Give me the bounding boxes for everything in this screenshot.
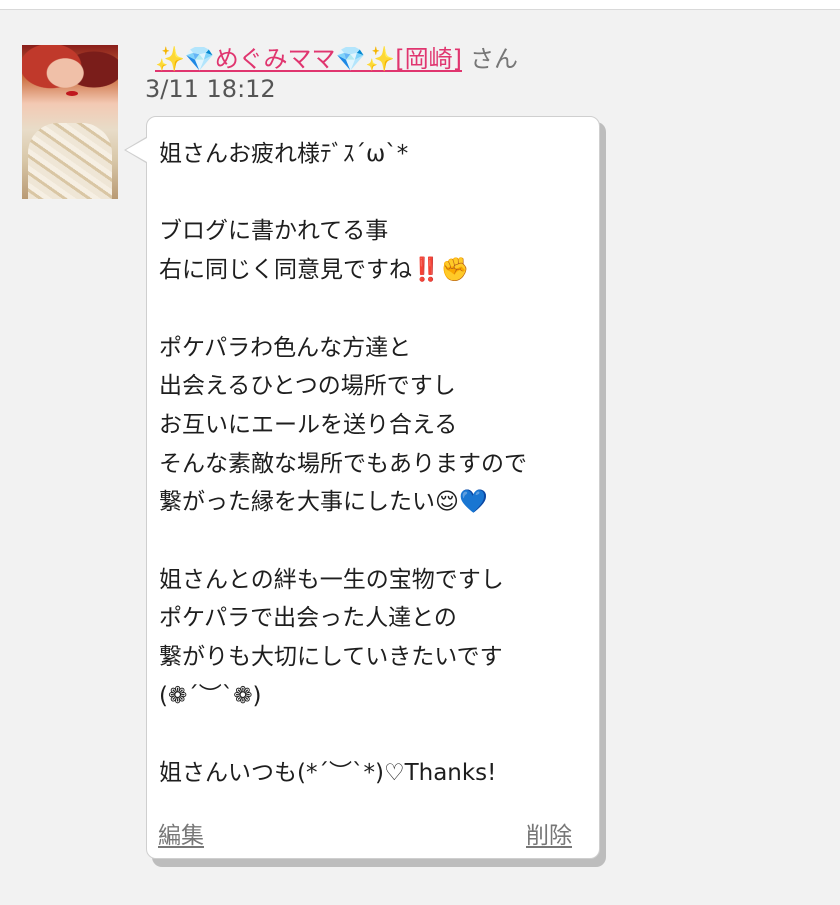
post-timestamp: 3/11 18:12 [145,75,276,103]
delete-link[interactable]: 削除 [526,820,572,852]
avatar-dress [28,123,112,199]
avatar[interactable] [22,45,118,199]
avatar-lips [66,91,78,96]
author-name-link[interactable]: ✨💎めぐみママ💎✨[岡崎] [155,45,462,73]
author-honorific: さん [469,45,518,73]
message-bubble-tail [126,138,147,162]
top-divider [0,0,840,10]
author-line: ✨💎めぐみママ💎✨[岡崎] さん [155,44,518,74]
message-text: 姐さんお疲れ様ﾃﾞｽ´ω`* ブログに書かれてる事 右に同じく同意見ですね‼️✊… [159,141,527,787]
edit-link[interactable]: 編集 [158,820,204,852]
avatar-hair [22,45,118,115]
